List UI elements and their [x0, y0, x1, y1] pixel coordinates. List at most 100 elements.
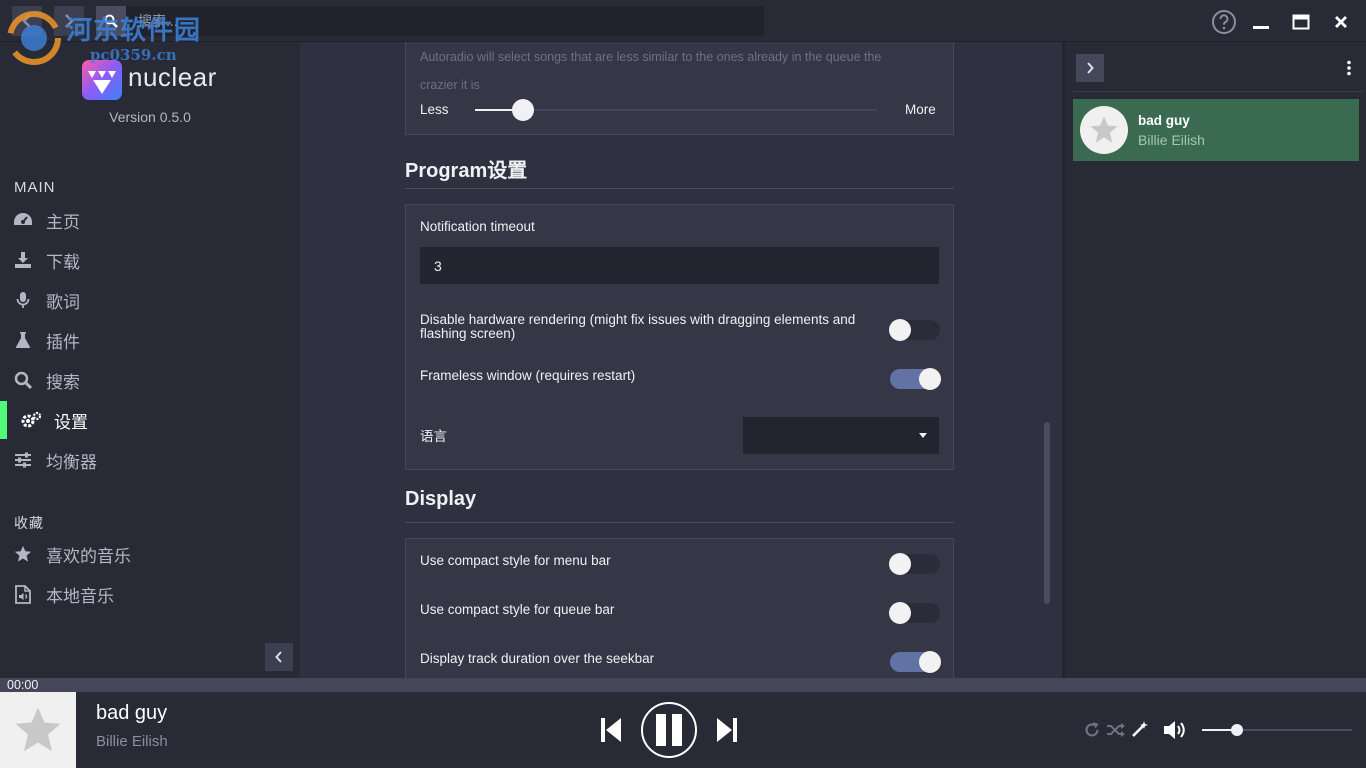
play-queue: bad guy Billie Eilish: [1062, 42, 1366, 678]
compact-queue-toggle[interactable]: [889, 602, 940, 624]
help-icon: [1212, 10, 1236, 34]
scrollbar[interactable]: [1044, 422, 1050, 604]
more-options-icon[interactable]: [1346, 60, 1352, 76]
sidebar-item-search[interactable]: 搜索: [0, 361, 300, 399]
sidebar-item-label: 插件: [46, 332, 80, 352]
sidebar-item-label: 均衡器: [46, 452, 97, 472]
section-divider: [405, 188, 954, 189]
toggle-knob: [889, 319, 911, 341]
sidebar-item-home[interactable]: 主页: [0, 201, 300, 239]
star-icon: [1090, 116, 1118, 143]
volume-slider[interactable]: [1202, 724, 1352, 736]
download-icon: [12, 249, 34, 271]
previous-track-button[interactable]: [598, 716, 624, 744]
pause-icon: [656, 714, 682, 746]
queue-item-title: bad guy: [1138, 113, 1190, 128]
dashboard-icon: [12, 209, 34, 231]
search-icon: [12, 369, 34, 391]
autoradio-button[interactable]: [1130, 719, 1150, 739]
magic-wand-icon: [1132, 721, 1148, 737]
compact-queue-label: Use compact style for queue bar: [420, 602, 615, 617]
title-bar: [0, 0, 1366, 42]
collapse-sidebar-button[interactable]: [265, 643, 293, 671]
now-playing-title: bad guy: [96, 702, 168, 724]
favorites-section-label: 收藏: [14, 515, 44, 531]
sidebar-item-plugins[interactable]: 插件: [0, 321, 300, 359]
slider-handle[interactable]: [512, 99, 535, 121]
maximize-icon: [1292, 14, 1310, 30]
queue-item-artist: Billie Eilish: [1138, 132, 1205, 148]
sidebar-item-label: 下载: [46, 252, 80, 272]
queue-item[interactable]: bad guy Billie Eilish: [1073, 99, 1359, 161]
player-bar: bad guy Billie Eilish: [0, 692, 1366, 768]
star-icon: [12, 543, 34, 565]
repeat-icon: [1085, 722, 1099, 737]
autoradio-craziness-slider[interactable]: [475, 99, 877, 121]
less-label: Less: [420, 102, 449, 117]
compact-menu-toggle[interactable]: [889, 553, 940, 575]
sidebar-item-label: 歌词: [46, 292, 80, 312]
sidebar-item-downloads[interactable]: 下载: [0, 241, 300, 279]
track-duration-label: Display track duration over the seekbar: [420, 651, 655, 666]
program-settings-card: Notification timeout Disable hardware re…: [405, 204, 954, 470]
elapsed-time: 00:00: [7, 678, 39, 692]
volume-icon: [1164, 721, 1185, 739]
display-settings-title: Display: [405, 488, 477, 510]
sidebar-item-local-library[interactable]: 本地音乐: [0, 575, 300, 613]
chevron-left-icon: [275, 651, 282, 663]
volume-handle[interactable]: [1230, 724, 1243, 736]
play-pause-button[interactable]: [641, 702, 697, 758]
skip-back-icon: [601, 718, 621, 742]
notification-timeout-label: Notification timeout: [420, 219, 535, 234]
shuffle-button[interactable]: [1105, 720, 1127, 740]
sidebar-item-label: 本地音乐: [46, 586, 114, 606]
sliders-icon: [12, 449, 34, 471]
watermark-title: 河东软件园: [66, 16, 202, 46]
now-playing-artist: Billie Eilish: [96, 733, 168, 750]
collapse-queue-button[interactable]: [1076, 54, 1104, 82]
audio-file-icon: [12, 583, 34, 605]
sidebar-item-label: 主页: [46, 212, 80, 232]
frameless-window-toggle[interactable]: [890, 368, 941, 390]
main-section-label: MAIN: [14, 179, 56, 196]
language-select[interactable]: [743, 417, 939, 454]
seekbar[interactable]: 00:00: [0, 678, 1366, 692]
frameless-window-label: Frameless window (requires restart): [420, 368, 636, 383]
compact-menu-label: Use compact style for menu bar: [420, 553, 611, 568]
watermark-logo: [7, 11, 61, 65]
star-icon: [15, 707, 61, 752]
flask-icon: [12, 329, 34, 351]
next-track-button[interactable]: [714, 716, 740, 744]
volume-button[interactable]: [1163, 719, 1189, 741]
close-button[interactable]: [1328, 9, 1354, 35]
notification-timeout-input[interactable]: [420, 247, 939, 284]
queue-divider: [1073, 91, 1363, 92]
language-label: 语言: [420, 429, 447, 444]
sidebar-item-label: 设置: [54, 412, 88, 432]
section-divider: [405, 522, 954, 523]
autoradio-card: Autoradio will select songs that are les…: [405, 42, 954, 135]
search-input[interactable]: [126, 6, 764, 36]
chevron-right-icon: [1087, 62, 1094, 74]
sidebar-item-lyrics[interactable]: 歌词: [0, 281, 300, 319]
sidebar-item-equalizer[interactable]: 均衡器: [0, 441, 300, 479]
nuclear-logo-icon: [82, 60, 122, 100]
sidebar-item-settings[interactable]: 设置: [0, 401, 300, 439]
now-playing-cover: [0, 692, 76, 768]
hardware-rendering-toggle[interactable]: [889, 319, 940, 341]
sidebar-item-favorite-tracks[interactable]: 喜欢的音乐: [0, 535, 300, 573]
sidebar: nuclear Version 0.5.0 MAIN 主页 下载 歌词 插件 搜…: [0, 42, 300, 678]
more-label: More: [905, 102, 936, 117]
track-duration-toggle[interactable]: [890, 651, 941, 673]
program-settings-title: Program设置: [405, 160, 528, 182]
minimize-button[interactable]: [1248, 9, 1274, 35]
hardware-rendering-label-line: flashing screen): [420, 326, 516, 341]
maximize-button[interactable]: [1288, 9, 1314, 35]
hardware-rendering-label: Disable hardware rendering (might fix is…: [420, 313, 855, 341]
microphone-icon: [12, 289, 34, 311]
toggle-knob: [919, 651, 941, 673]
autoradio-description-cont: crazier it is: [420, 78, 480, 92]
skip-forward-icon: [717, 718, 737, 742]
repeat-button[interactable]: [1082, 720, 1102, 740]
help-button[interactable]: [1211, 9, 1237, 35]
